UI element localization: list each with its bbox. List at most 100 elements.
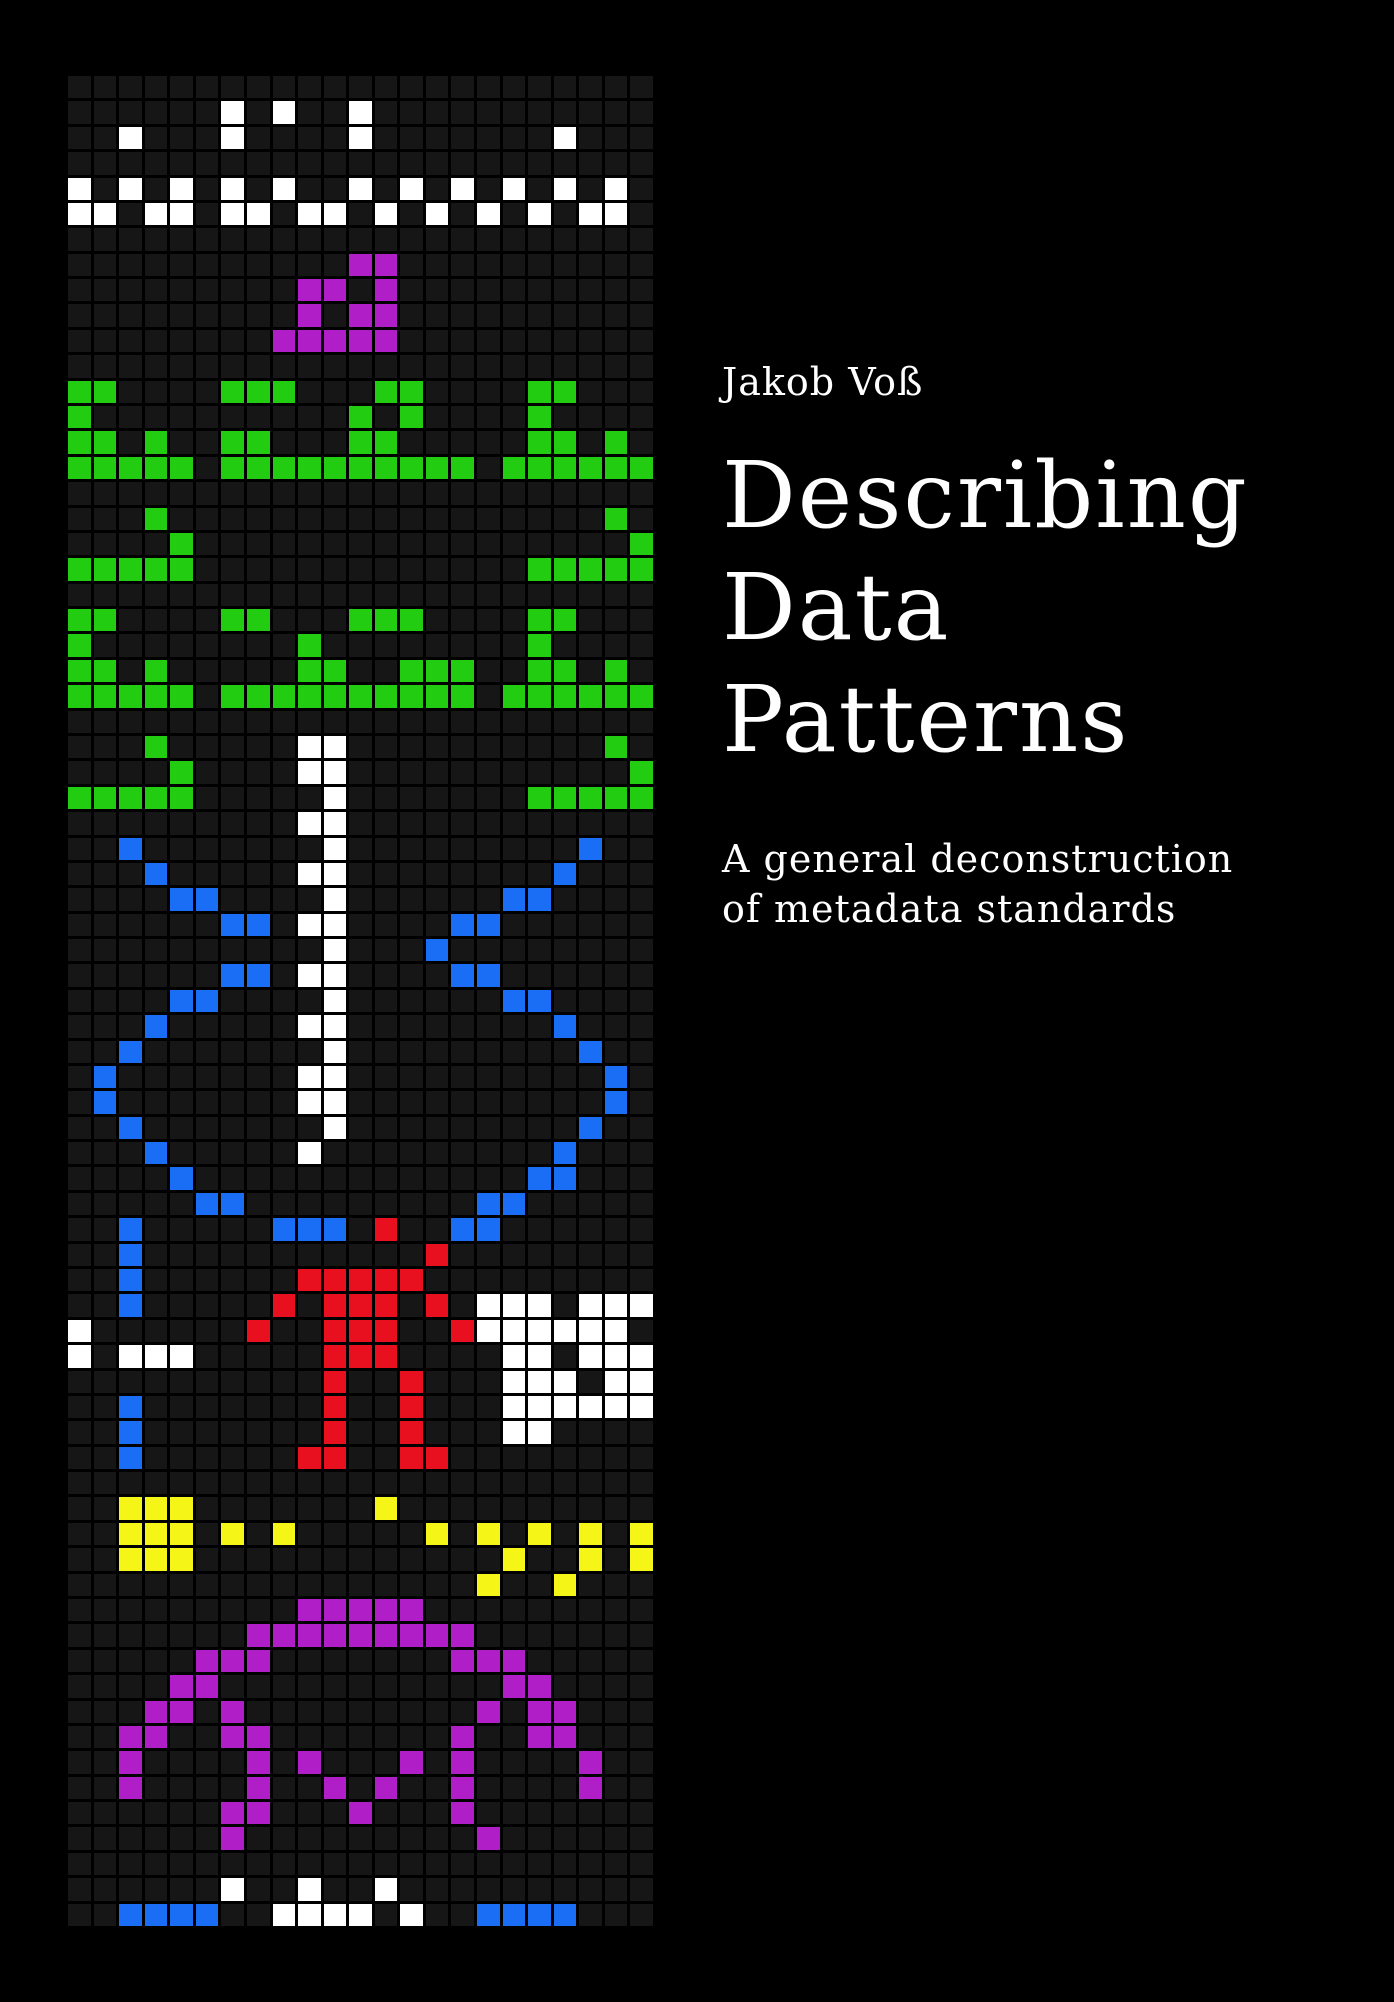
pixel-cell <box>579 532 602 556</box>
pixel-cell <box>144 1142 168 1165</box>
pixel-cell <box>528 1624 551 1647</box>
pixel-cell <box>502 482 526 505</box>
pixel-cell <box>349 1395 372 1419</box>
pixel-cell <box>374 1725 398 1749</box>
pixel-cell <box>349 1878 372 1901</box>
pixel-cell <box>502 1421 526 1444</box>
pixel-cell <box>630 1192 653 1216</box>
pixel-cell <box>477 152 500 175</box>
pixel-cell <box>425 126 449 150</box>
pixel-cell <box>579 1116 602 1140</box>
pixel-cell <box>195 507 219 530</box>
pixel-cell <box>604 989 628 1013</box>
pixel-cell <box>528 1446 551 1470</box>
pixel-cell <box>93 1472 117 1495</box>
pixel-cell <box>68 456 91 480</box>
pixel-cell <box>246 634 270 657</box>
pixel-cell <box>119 1700 142 1723</box>
pixel-cell <box>528 812 551 835</box>
pixel-cell <box>119 1040 142 1063</box>
pixel-cell <box>553 1091 577 1114</box>
pixel-cell <box>374 431 398 454</box>
pixel-cell <box>170 228 193 251</box>
pixel-cell <box>502 355 526 378</box>
pixel-cell <box>221 1065 244 1089</box>
pixel-cell <box>195 583 219 607</box>
pixel-cell <box>298 405 321 429</box>
pixel-cell <box>553 1700 577 1723</box>
pixel-cell <box>451 685 475 708</box>
pixel-cell <box>170 76 193 99</box>
pixel-cell <box>477 126 500 150</box>
pixel-cell <box>604 583 628 607</box>
pixel-cell <box>323 1852 347 1876</box>
pixel-cell <box>221 1116 244 1140</box>
pixel-cell <box>579 862 602 886</box>
pixel-cell <box>630 355 653 378</box>
pixel-cell <box>502 812 526 835</box>
pixel-cell <box>579 1852 602 1876</box>
pixel-cell <box>93 1548 117 1571</box>
pixel-cell <box>630 1065 653 1089</box>
pixel-cell <box>323 735 347 759</box>
pixel-cell <box>477 1878 500 1901</box>
pixel-cell <box>93 634 117 657</box>
pixel-cell <box>528 862 551 886</box>
pixel-cell <box>528 405 551 429</box>
pixel-cell <box>425 1421 449 1444</box>
pixel-cell <box>374 989 398 1013</box>
pixel-cell <box>477 405 500 429</box>
pixel-cell <box>451 456 475 480</box>
pixel-cell <box>451 1751 475 1774</box>
pixel-cell <box>221 659 244 683</box>
pixel-cell <box>349 380 372 403</box>
pixel-cell <box>374 1142 398 1165</box>
pixel-cell <box>221 989 244 1013</box>
pixel-cell <box>477 634 500 657</box>
pixel-cell <box>604 1167 628 1190</box>
pixel-cell <box>68 1192 91 1216</box>
pixel-cell <box>579 152 602 175</box>
pixel-cell <box>502 685 526 708</box>
pixel-cell <box>349 431 372 454</box>
pixel-cell <box>579 1903 602 1926</box>
pixel-cell <box>68 253 91 277</box>
pixel-cell <box>144 1421 168 1444</box>
pixel-cell <box>400 1649 423 1673</box>
pixel-cell <box>246 253 270 277</box>
pixel-cell <box>553 1142 577 1165</box>
pixel-cell <box>502 1294 526 1317</box>
pixel-cell <box>400 1675 423 1698</box>
pixel-cell <box>93 558 117 581</box>
pixel-cell <box>323 1878 347 1901</box>
pixel-cell <box>374 1345 398 1368</box>
pixel-cell <box>195 177 219 200</box>
pixel-cell <box>477 1395 500 1419</box>
pixel-cell <box>579 1421 602 1444</box>
pixel-cell <box>93 964 117 987</box>
pixel-cell <box>68 1015 91 1038</box>
pixel-cell <box>298 786 321 810</box>
pixel-cell <box>451 710 475 733</box>
pixel-cell <box>144 1040 168 1063</box>
pixel-cell <box>221 685 244 708</box>
pixel-cell <box>553 1776 577 1800</box>
pixel-cell <box>502 279 526 302</box>
pixel-cell <box>170 1827 193 1850</box>
pixel-cell <box>579 482 602 505</box>
pixel-cell <box>374 862 398 886</box>
pixel-cell <box>195 786 219 810</box>
pixel-cell <box>298 837 321 860</box>
pixel-cell <box>68 1751 91 1774</box>
pixel-cell <box>272 507 296 530</box>
pixel-cell <box>221 431 244 454</box>
pixel-cell <box>374 1370 398 1393</box>
pixel-cell <box>579 1370 602 1393</box>
pixel-cell <box>349 532 372 556</box>
pixel-cell <box>119 1218 142 1241</box>
pixel-cell <box>425 1573 449 1596</box>
pixel-cell <box>144 735 168 759</box>
pixel-cell <box>425 1142 449 1165</box>
pixel-cell <box>298 1040 321 1063</box>
pixel-cell <box>221 76 244 99</box>
